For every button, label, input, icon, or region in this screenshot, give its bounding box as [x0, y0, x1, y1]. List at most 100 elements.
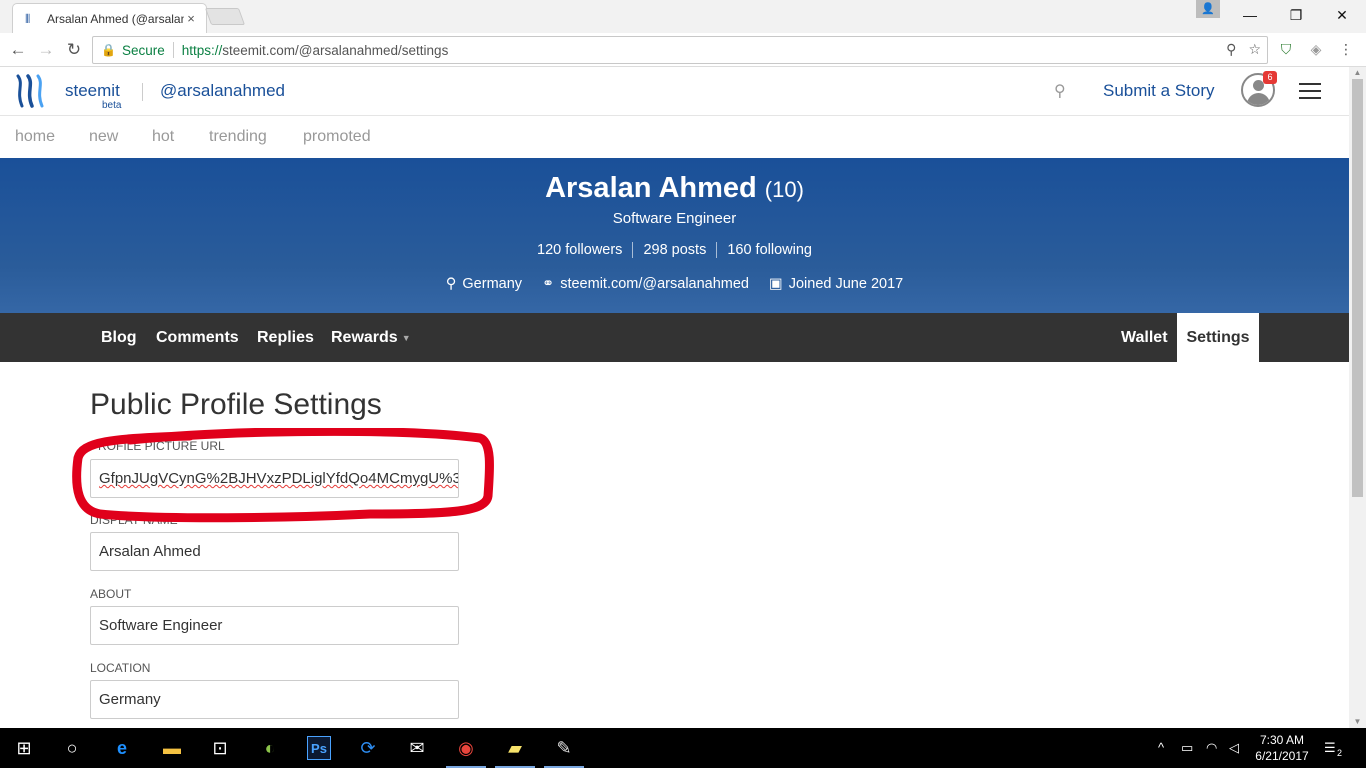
submit-story-link[interactable]: Submit a Story — [1103, 81, 1215, 101]
tab-rewards-wrapper[interactable]: Rewards ▼ — [331, 329, 411, 347]
action-center-icon[interactable]: ☰ — [1324, 740, 1336, 756]
tab-wallet[interactable]: Wallet — [1121, 329, 1168, 347]
paint-icon[interactable]: ✎ — [552, 736, 576, 760]
posts-count: 298 posts — [633, 242, 718, 258]
followers-link[interactable]: 120 followers — [527, 242, 634, 258]
extension-icon[interactable]: ◈ — [1306, 39, 1326, 59]
bookmark-star-icon[interactable]: ☆ — [1248, 41, 1261, 58]
photoshop-icon[interactable]: Ps — [307, 736, 331, 760]
sync-app-icon[interactable]: ⟳ — [356, 736, 380, 760]
profile-meta: ⚲ Germany ⚭ steemit.com/@arsalanahmed ▣ Joi… — [0, 276, 1349, 292]
header-username[interactable]: @arsalanahmed — [160, 81, 285, 101]
subnav-hot[interactable]: hot — [152, 128, 174, 146]
sticky-notes-icon[interactable]: ▰ — [503, 736, 527, 760]
steemit-logo-icon[interactable] — [14, 74, 50, 108]
profile-picture-label: PROFILE PICTURE URL — [90, 439, 225, 453]
new-tab-button[interactable] — [204, 8, 246, 25]
profile-picture-url-input[interactable]: GfpnJUgVCynG%2BJHVxzPDLiglYfdQo4MCmygU%3… — [90, 459, 459, 498]
clock-date: 6/21/2017 — [1255, 749, 1309, 763]
address-bar[interactable]: 🔒 Secure https:// steemit.com/@arsalanah… — [92, 36, 1268, 64]
about-label: ABOUT — [90, 587, 132, 601]
tab-blog[interactable]: Blog — [101, 329, 137, 347]
page-title: Public Profile Settings — [90, 388, 382, 421]
volume-icon[interactable]: ◁ — [1229, 740, 1239, 756]
profile-banner: Arsalan Ahmed (10) Software Engineer 120… — [0, 158, 1349, 313]
subnav-promoted[interactable]: promoted — [303, 128, 371, 146]
secure-label: Secure — [121, 42, 165, 58]
location-input[interactable]: Germany — [90, 680, 459, 719]
reload-icon[interactable]: ↻ — [63, 39, 85, 61]
hamburger-menu-icon[interactable] — [1299, 83, 1321, 100]
store-icon[interactable]: ⊡ — [208, 736, 232, 760]
location-item: ⚲ Germany — [446, 276, 522, 292]
link-icon: ⚭ — [542, 276, 555, 292]
search-icon[interactable]: ⚲ — [1054, 81, 1066, 101]
following-link[interactable]: 160 following — [717, 242, 822, 258]
chrome-menu-icon[interactable]: ⋮ — [1336, 39, 1356, 59]
edge-icon[interactable]: e — [110, 736, 134, 760]
location-label: LOCATION — [90, 661, 151, 675]
notification-badge[interactable]: 6 — [1263, 71, 1277, 84]
website-text[interactable]: steemit.com/@arsalanahmed — [560, 276, 749, 292]
profile-name: Arsalan Ahmed — [545, 172, 757, 204]
tab-settings[interactable]: Settings — [1177, 313, 1259, 362]
display-name-label: DISPLAY NAME — [90, 513, 178, 527]
subnav-trending[interactable]: trending — [209, 128, 267, 146]
address-divider — [172, 42, 174, 58]
calendar-icon: ▣ — [769, 276, 783, 292]
tab-comments[interactable]: Comments — [156, 329, 239, 347]
restore-icon[interactable]: ❐ — [1273, 0, 1319, 30]
site-subnav: home new hot trending promoted — [0, 116, 1349, 158]
taskbar-clock[interactable]: 7:30 AM 6/21/2017 — [1252, 732, 1312, 764]
reputation-score: (10) — [764, 177, 804, 202]
site-header: steemit beta @arsalanahmed ⚲ Submit a St… — [0, 67, 1349, 116]
address-bar-icons: ⚲ ☆ — [1226, 41, 1261, 58]
subnav-new[interactable]: new — [89, 128, 118, 146]
window-close-icon[interactable]: ✕ — [1319, 0, 1365, 30]
browser-profile-icon[interactable]: 👤 — [1196, 0, 1220, 18]
tab-rewards[interactable]: Rewards — [331, 329, 398, 346]
mail-icon[interactable]: ✉ — [405, 736, 429, 760]
website-item[interactable]: ⚭ steemit.com/@arsalanahmed — [542, 276, 749, 292]
url-path: steemit.com/@arsalanahmed/settings — [222, 42, 449, 58]
scroll-down-icon[interactable]: ▼ — [1349, 716, 1366, 728]
file-explorer-icon[interactable]: ▬ — [160, 736, 184, 760]
display-name-input[interactable]: Arsalan Ahmed — [90, 532, 459, 571]
location-pin-icon[interactable]: ⚲ — [1226, 41, 1236, 58]
clock-time: 7:30 AM — [1259, 733, 1305, 747]
forward-icon[interactable]: → — [35, 39, 57, 61]
scrollbar-thumb[interactable] — [1352, 79, 1363, 497]
app-swirl-icon[interactable]: ◐ — [258, 736, 282, 760]
wifi-icon[interactable]: ◠ — [1206, 740, 1217, 756]
chrome-taskbar-icon[interactable]: ◉ — [454, 736, 478, 760]
lock-icon: 🔒 — [101, 43, 116, 57]
header-divider — [142, 83, 143, 101]
brand-beta-label: beta — [102, 100, 122, 111]
subnav-home[interactable]: home — [15, 128, 55, 146]
location-text: Germany — [462, 276, 523, 292]
cortana-icon[interactable]: ○ — [60, 736, 84, 760]
battery-icon[interactable]: ▭ — [1181, 740, 1193, 756]
profile-about: Software Engineer — [612, 210, 737, 227]
back-icon[interactable]: ← — [7, 39, 29, 61]
profile-stats: 120 followers 298 posts 160 following — [0, 242, 1349, 258]
tab-replies[interactable]: Replies — [257, 329, 314, 347]
brand-name[interactable]: steemit — [65, 81, 120, 101]
joined-text: Joined June 2017 — [788, 276, 904, 292]
windows-taskbar: ⊞ ○ e ▬ ⊡ ◐ Ps ⟳ ✉ ◉ ▰ ✎ ^ ▭ ◠ ◁ 7:30 AM… — [0, 728, 1366, 768]
minimize-icon[interactable]: — — [1227, 0, 1273, 30]
browser-tab-active[interactable]: ⦀ Arsalan Ahmed (@arsalan × — [12, 3, 207, 33]
scroll-up-icon[interactable]: ▲ — [1349, 67, 1366, 79]
windows-start-icon[interactable]: ⊞ — [12, 736, 36, 760]
tray-chevron-icon[interactable]: ^ — [1158, 740, 1164, 755]
page-scrollbar[interactable]: ▲ ▼ — [1349, 67, 1366, 728]
shield-extension-icon[interactable]: ⛉ — [1276, 39, 1296, 59]
browser-tabstrip: ⦀ Arsalan Ahmed (@arsalan × 👤 — ❐ ✕ — [0, 0, 1366, 33]
tab-close-icon[interactable]: × — [184, 11, 198, 26]
about-input[interactable]: Software Engineer — [90, 606, 459, 645]
steemit-favicon-icon: ⦀ — [25, 11, 31, 26]
browser-tab-title: Arsalan Ahmed (@arsalan — [47, 11, 184, 26]
action-center-count: 2 — [1337, 748, 1343, 758]
avatar-body-shape — [1247, 93, 1270, 105]
chevron-down-icon: ▼ — [401, 332, 411, 343]
